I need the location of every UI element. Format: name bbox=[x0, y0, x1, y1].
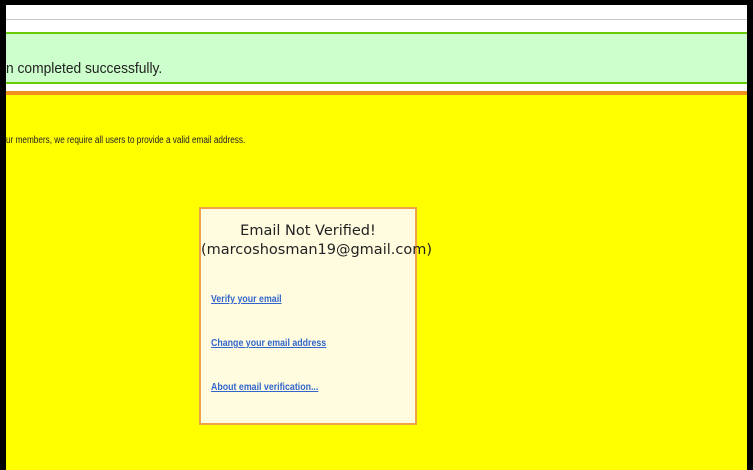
user-email-address: (marcoshosman19@gmail.com) bbox=[201, 242, 432, 258]
top-strip bbox=[6, 5, 747, 20]
content-area: ur members, we require all users to prov… bbox=[6, 91, 747, 470]
email-requirement-text: ur members, we require all users to prov… bbox=[6, 135, 246, 146]
email-verification-card: Email Not Verified! (marcoshosman19@gmai… bbox=[199, 207, 432, 425]
about-verification-link[interactable]: About email verification... bbox=[211, 381, 318, 393]
success-message: n completed successfully. bbox=[6, 60, 163, 77]
email-status-title: Email Not Verified! bbox=[240, 223, 376, 239]
browser-viewport: n completed successfully. ur members, we… bbox=[0, 0, 753, 470]
change-email-link[interactable]: Change your email address bbox=[211, 337, 326, 349]
success-message-bar: n completed successfully. bbox=[6, 32, 747, 84]
verify-email-link[interactable]: Verify your email bbox=[211, 293, 282, 305]
